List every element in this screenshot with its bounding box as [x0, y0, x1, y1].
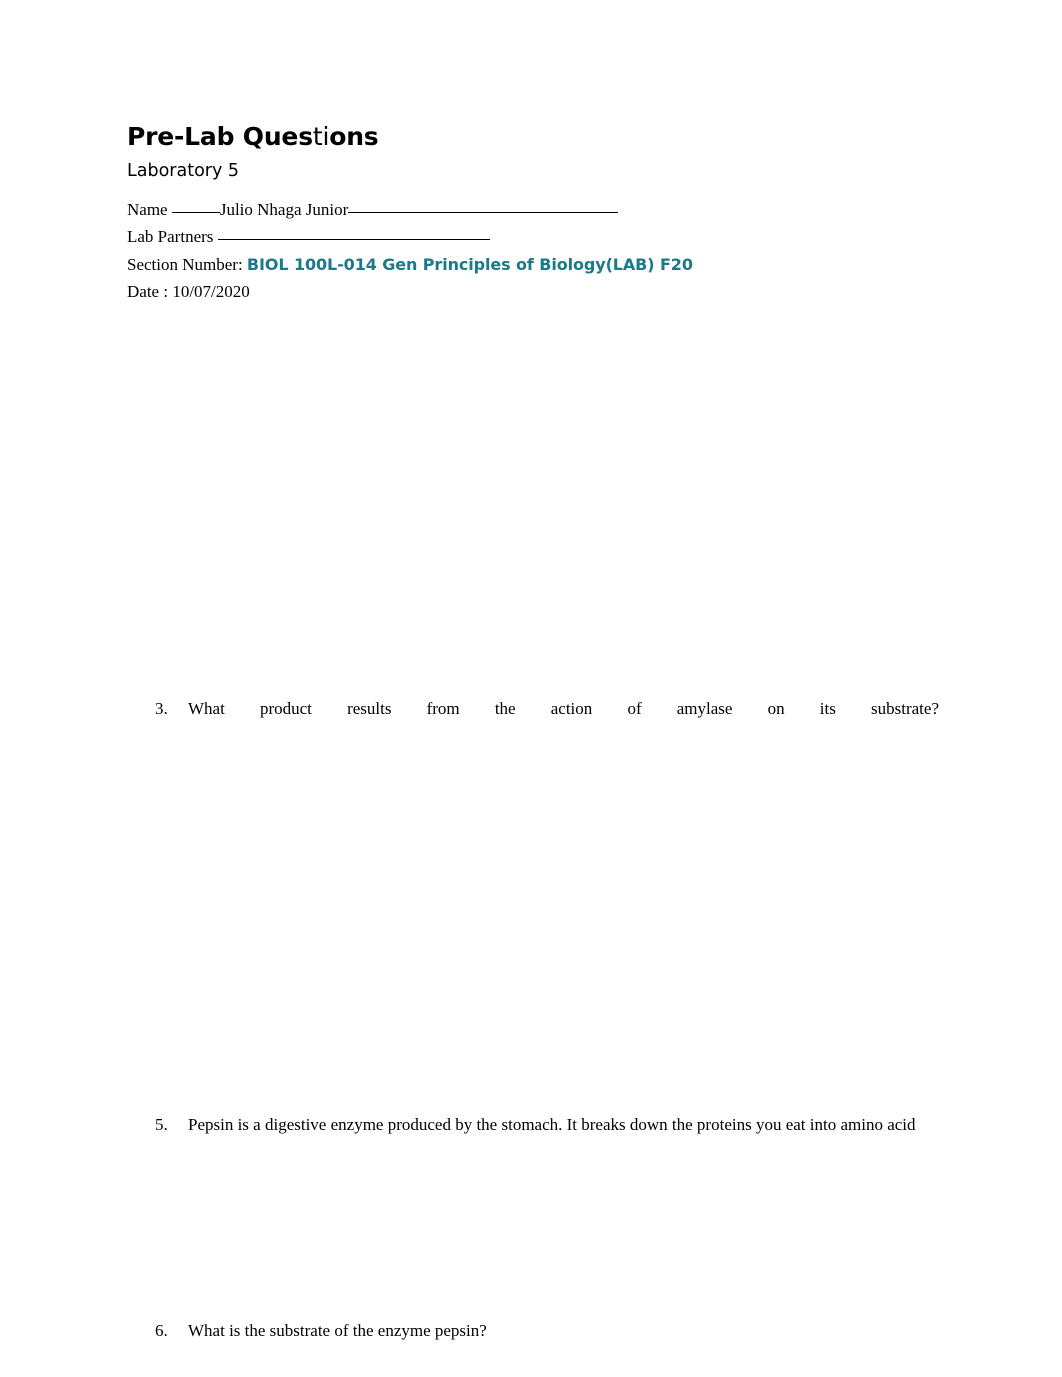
section-number-value[interactable]: BIOL 100L-014 Gen Principles of Biology(… [247, 255, 693, 274]
question-number: 6. [155, 1321, 168, 1340]
name-label: Name [127, 199, 172, 219]
document-page: Pre-Lab Questions Laboratory 5 Name Juli… [0, 0, 1062, 1377]
page-title-ligature: ti [312, 122, 330, 151]
question-text: What is the substrate of the enzyme peps… [188, 1321, 487, 1340]
lab-partners-field-line: Lab Partners [127, 223, 947, 251]
page-title-part-2: ons [329, 122, 379, 151]
section-number-field-line: Section Number: BIOL 100L-014 Gen Princi… [127, 251, 947, 279]
lab-partners-rule [217, 239, 490, 240]
name-field-line: Name Julio Nhaga Junior [127, 196, 947, 224]
page-title-part-1: Pre-Lab Ques [127, 122, 313, 151]
name-value[interactable]: Julio Nhaga Junior [220, 200, 348, 219]
question-item: 5. Pepsin is a digestive enzyme produced… [127, 1113, 939, 1136]
date-field-line: Date : 10/07/2020 [127, 278, 947, 306]
question-text: What product results from the action of … [188, 699, 939, 718]
question-item: 3. What product results from the action … [127, 697, 939, 720]
document-subtitle: Laboratory 5 [127, 160, 240, 181]
page-title: Pre-Lab Questions [127, 122, 947, 152]
question-text: Pepsin is a digestive enzyme produced by… [188, 1115, 916, 1134]
section-number-label: Section Number: [127, 254, 247, 274]
question-number: 5. [155, 1115, 168, 1134]
date-label: Date : [127, 282, 173, 301]
question-number: 3. [155, 699, 168, 718]
document-header: Pre-Lab Questions Laboratory 5 Name Juli… [127, 122, 947, 306]
date-value[interactable]: 10/07/2020 [172, 282, 249, 301]
name-trailing-rule [348, 211, 619, 213]
lab-partners-label: Lab Partners [127, 227, 218, 246]
question-item: 6. What is the substrate of the enzyme p… [127, 1319, 939, 1342]
name-leading-rule [171, 211, 220, 213]
